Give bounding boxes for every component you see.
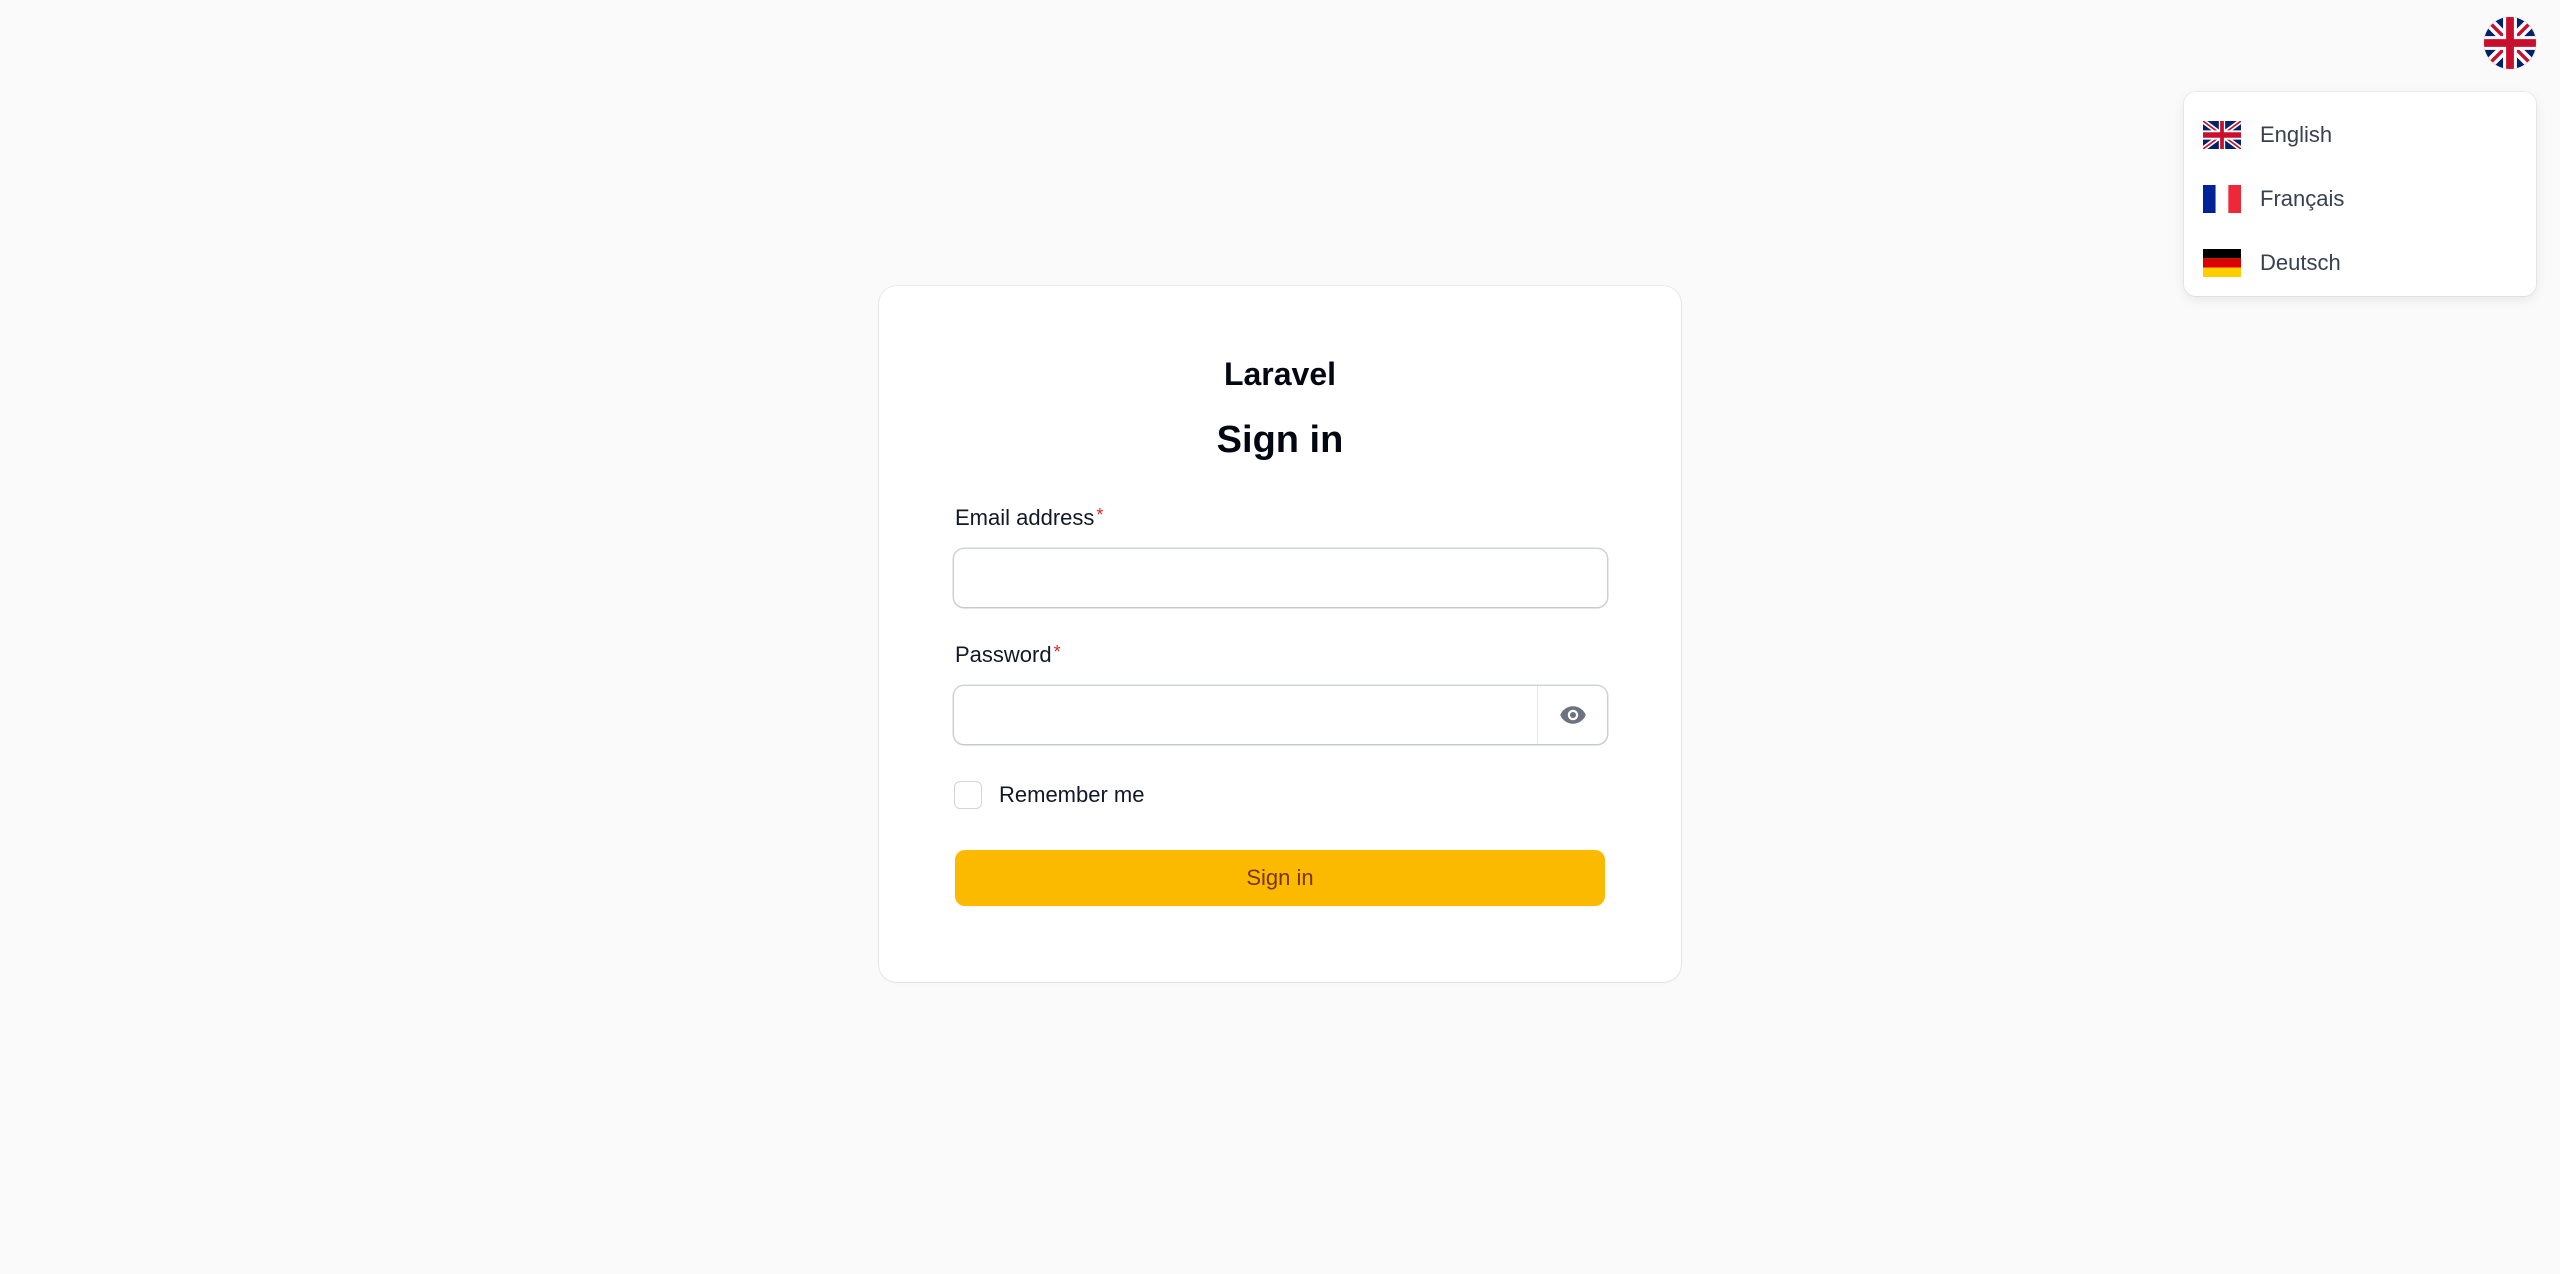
remember-me-label[interactable]: Remember me xyxy=(999,782,1144,808)
email-input[interactable] xyxy=(954,549,1607,607)
language-option-english[interactable]: English xyxy=(2184,103,2536,167)
password-label: Password * xyxy=(955,642,1061,668)
remember-me: Remember me xyxy=(954,781,1144,809)
toggle-password-visibility-button[interactable] xyxy=(1537,686,1607,744)
france-flag-icon xyxy=(2203,185,2241,213)
language-option-label: English xyxy=(2260,122,2333,147)
brand-name: Laravel xyxy=(1223,356,1337,392)
required-marker: * xyxy=(1053,642,1061,662)
password-label-text: Password xyxy=(955,642,1052,667)
uk-flag-icon xyxy=(2484,17,2536,69)
sign-in-button[interactable]: Sign in xyxy=(955,850,1605,906)
language-option-french[interactable]: Français xyxy=(2184,167,2536,231)
germany-flag-icon xyxy=(2203,249,2241,277)
language-option-german[interactable]: Deutsch xyxy=(2184,231,2536,295)
password-input[interactable] xyxy=(954,686,1537,744)
language-menu: English Français Deutsch xyxy=(2184,92,2536,296)
email-label: Email address * xyxy=(955,505,1103,531)
page-title: Sign in xyxy=(1216,419,1344,461)
login-card: Laravel Sign in Email address * Password *… xyxy=(879,286,1681,982)
uk-flag-icon xyxy=(2203,121,2241,149)
required-marker: * xyxy=(1096,505,1104,525)
email-label-text: Email address xyxy=(955,505,1095,530)
password-field-wrapper xyxy=(954,686,1607,744)
email-field-wrapper xyxy=(954,549,1607,607)
eye-icon xyxy=(1559,706,1586,724)
language-option-label: Deutsch xyxy=(2260,250,2341,275)
remember-me-checkbox[interactable] xyxy=(954,781,982,809)
language-switcher-button[interactable] xyxy=(2484,17,2536,69)
language-option-label: Français xyxy=(2260,186,2345,211)
